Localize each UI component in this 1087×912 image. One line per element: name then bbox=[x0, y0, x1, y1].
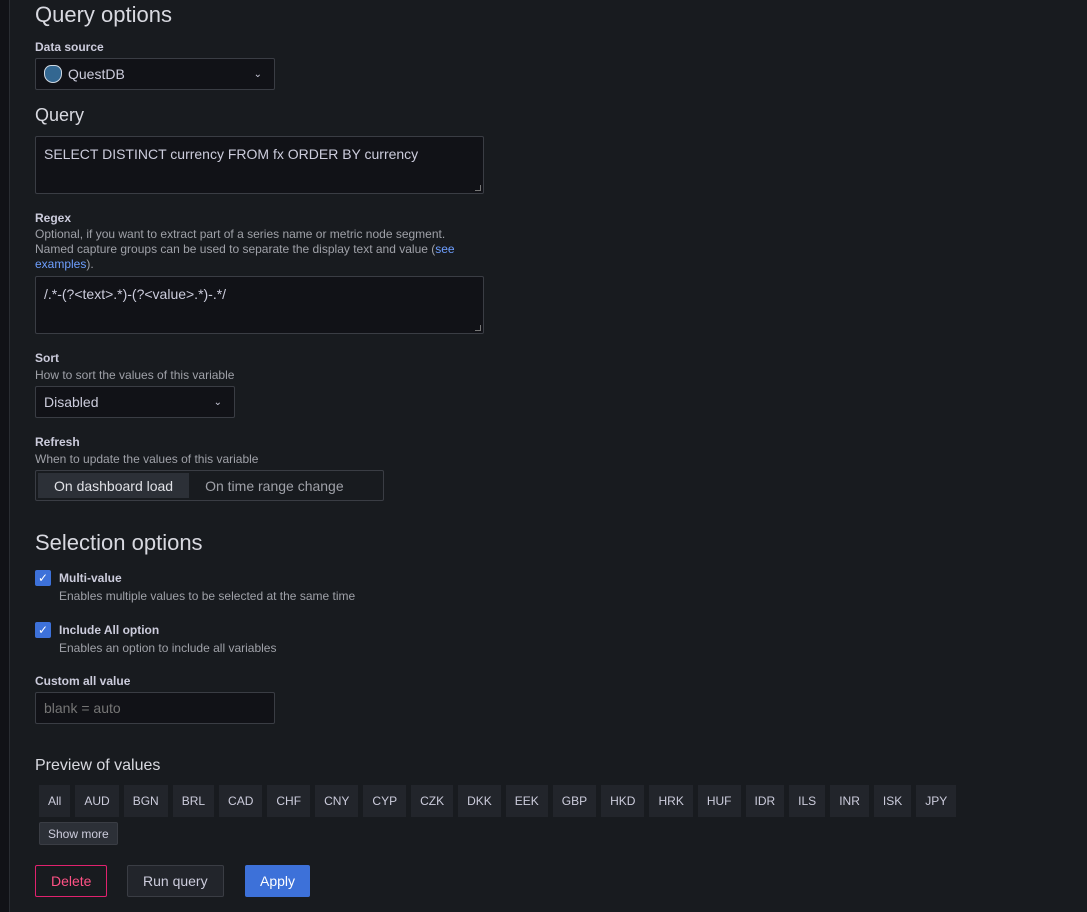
regex-textarea[interactable]: /.*-(?<text>.*)-(?<value>.*)-.*/ bbox=[35, 276, 484, 334]
include-all-description: Enables an option to include all variabl… bbox=[59, 641, 277, 655]
preview-values: All AUD BGN BRL CAD CHF CNY CYP CZK DKK EEK GBP HKD H… bbox=[39, 785, 957, 817]
preview-value-chip: INR bbox=[830, 785, 869, 817]
delete-button[interactable]: Delete bbox=[35, 865, 108, 897]
preview-value-chip: HRK bbox=[649, 785, 693, 817]
preview-value-chip: CHF bbox=[267, 785, 311, 817]
query-options-title: Query options bbox=[35, 2, 172, 27]
preview-title: Preview of values bbox=[35, 757, 161, 774]
query-title: Query bbox=[35, 105, 85, 125]
preview-value-chip: CYP bbox=[363, 785, 407, 817]
left-rail bbox=[0, 0, 10, 912]
sort-description: How to sort the values of this variable bbox=[35, 368, 235, 382]
refresh-label: Refresh bbox=[35, 435, 80, 449]
multi-value-label: Multi-value bbox=[59, 571, 122, 585]
sort-label: Sort bbox=[35, 351, 59, 365]
selection-options-title: Selection options bbox=[35, 530, 203, 555]
custom-all-input[interactable] bbox=[35, 692, 275, 724]
sort-value: Disabled bbox=[44, 394, 99, 410]
data-source-label: Data source bbox=[35, 40, 104, 54]
show-more-button[interactable]: Show more bbox=[39, 822, 118, 845]
refresh-on-time-range-change[interactable]: On time range change bbox=[189, 473, 360, 498]
include-all-checkbox[interactable]: ✓ bbox=[35, 622, 51, 638]
sort-select[interactable]: Disabled ⌄ bbox=[35, 386, 235, 418]
regex-description: Optional, if you want to extract part of… bbox=[35, 227, 455, 271]
preview-value-chip: JPY bbox=[916, 785, 957, 817]
preview-value-chip: All bbox=[39, 785, 71, 817]
multi-value-description: Enables multiple values to be selected a… bbox=[59, 589, 356, 603]
preview-value-chip: CNY bbox=[315, 785, 359, 817]
preview-value-chip: IDR bbox=[745, 785, 785, 817]
preview-value-chip: HKD bbox=[601, 785, 645, 817]
refresh-description: When to update the values of this variab… bbox=[35, 452, 259, 466]
preview-value-chip: ILS bbox=[789, 785, 826, 817]
multi-value-checkbox[interactable]: ✓ bbox=[35, 570, 51, 586]
preview-value-chip: BRL bbox=[172, 785, 215, 817]
resize-handle-icon[interactable] bbox=[475, 325, 481, 331]
preview-value-chip: CAD bbox=[219, 785, 263, 817]
refresh-on-dashboard-load[interactable]: On dashboard load bbox=[38, 473, 190, 498]
resize-handle-icon[interactable] bbox=[475, 185, 481, 191]
preview-value-chip: AUD bbox=[75, 785, 119, 817]
postgres-elephant-icon bbox=[44, 65, 62, 83]
preview-value-chip: BGN bbox=[123, 785, 168, 817]
apply-button[interactable]: Apply bbox=[245, 865, 311, 897]
query-textarea[interactable]: SELECT DISTINCT currency FROM fx ORDER B… bbox=[35, 136, 484, 194]
chevron-down-icon: ⌄ bbox=[213, 396, 222, 408]
run-query-button[interactable]: Run query bbox=[127, 865, 224, 897]
regex-text: /.*-(?<text>.*)-(?<value>.*)-.*/ bbox=[44, 286, 227, 302]
preview-value-chip: DKK bbox=[458, 785, 501, 817]
preview-value-chip: EEK bbox=[505, 785, 548, 817]
query-text: SELECT DISTINCT currency FROM fx ORDER B… bbox=[44, 146, 419, 162]
custom-all-label: Custom all value bbox=[35, 674, 131, 688]
include-all-label: Include All option bbox=[59, 623, 160, 637]
preview-value-chip: GBP bbox=[552, 785, 597, 817]
data-source-select[interactable]: QuestDB ⌄ bbox=[35, 58, 275, 90]
refresh-radio-group: On dashboard load On time range change bbox=[35, 470, 384, 501]
chevron-down-icon: ⌄ bbox=[253, 68, 262, 80]
preview-value-chip: CZK bbox=[411, 785, 454, 817]
preview-value-chip: HUF bbox=[697, 785, 741, 817]
regex-label: Regex bbox=[35, 211, 72, 225]
preview-value-chip: ISK bbox=[873, 785, 912, 817]
data-source-value: QuestDB bbox=[68, 66, 125, 82]
